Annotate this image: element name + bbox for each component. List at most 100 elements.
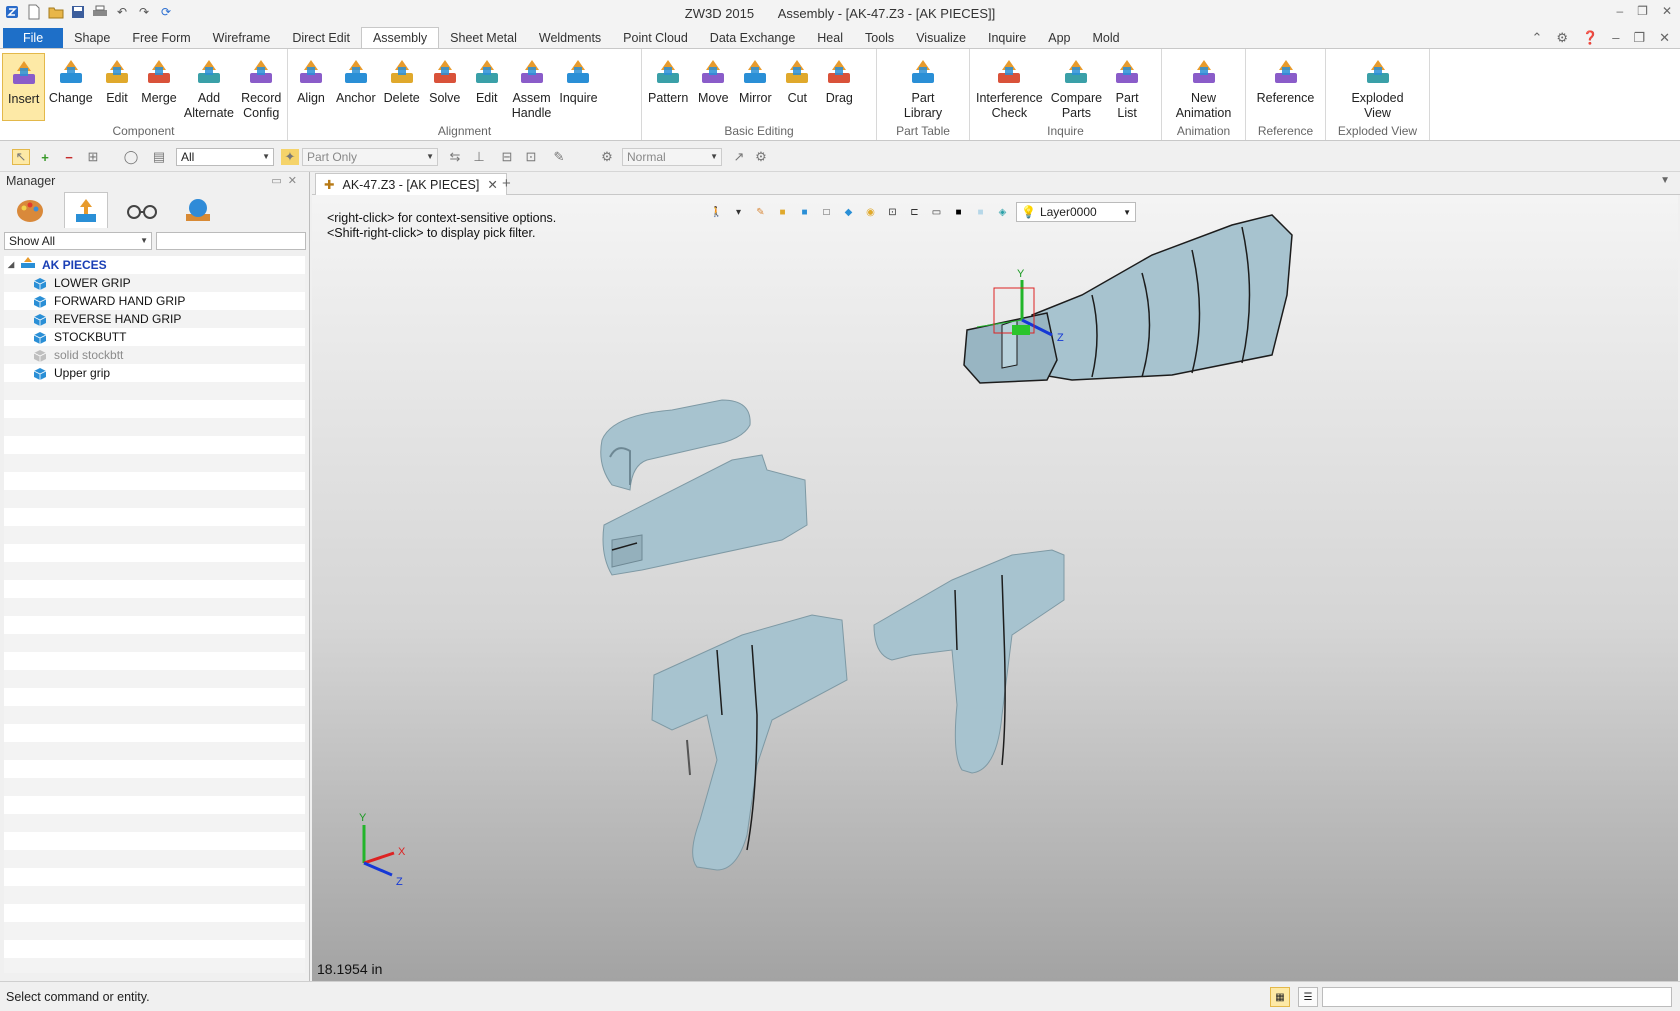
gear-small-icon[interactable]: ⚙ [752, 149, 770, 165]
add-filter-icon[interactable]: + [36, 149, 54, 165]
mirror-button[interactable]: Mirror [734, 53, 776, 106]
doc-close-icon[interactable]: ✕ [1659, 30, 1670, 46]
part-scope-icon[interactable]: ✦ [281, 149, 299, 165]
tab-wireframe[interactable]: Wireframe [202, 28, 282, 49]
save-icon[interactable] [70, 4, 86, 20]
merge-button[interactable]: Merge [138, 53, 181, 121]
assem-handle-button[interactable]: Assem Handle [508, 53, 556, 121]
regen-icon[interactable]: ⟳ [158, 4, 174, 20]
pin-icon[interactable]: ✎ [550, 149, 568, 165]
assembly-tab-icon[interactable] [64, 192, 108, 228]
expand-triangle-icon[interactable]: ◢ [8, 256, 20, 274]
drag-button[interactable]: Drag [818, 53, 860, 106]
pick-arrow-icon[interactable]: ↖ [12, 149, 30, 165]
tab-list-dropdown-icon[interactable]: ▼ [1660, 175, 1670, 186]
record-config-button[interactable]: Record Config [237, 53, 285, 121]
undo-icon[interactable]: ↶ [114, 4, 130, 20]
tab-sheet-metal[interactable]: Sheet Metal [439, 28, 528, 49]
new-file-icon[interactable] [26, 4, 42, 20]
globe-tab-icon[interactable] [176, 192, 220, 228]
align-button[interactable]: Align [290, 53, 332, 121]
tree-item[interactable]: Upper grip [4, 364, 305, 382]
tree-item[interactable]: STOCKBUTT [4, 328, 305, 346]
tab-direct-edit[interactable]: Direct Edit [281, 28, 361, 49]
remove-filter-icon[interactable]: − [60, 149, 78, 165]
redo-icon[interactable]: ↷ [136, 4, 152, 20]
show-filter-dropdown[interactable]: Show All ▼ [4, 232, 152, 250]
cut-button[interactable]: Cut [776, 53, 818, 106]
lasso-select-icon[interactable]: ◯ [122, 149, 140, 165]
doc-minimize-icon[interactable]: ‒ [1612, 30, 1619, 46]
tree-root[interactable]: ◢ AK PIECES [4, 256, 305, 274]
edit-button[interactable]: Edit [96, 53, 137, 121]
new-tab-plus-icon[interactable]: + [502, 175, 511, 192]
stockbutt-part[interactable] [963, 214, 1293, 384]
inquire-button[interactable]: Inquire [555, 53, 601, 121]
insert-button[interactable]: Insert [2, 53, 46, 121]
move-button[interactable]: Move [692, 53, 734, 106]
tab-shape[interactable]: Shape [63, 28, 121, 49]
edit-button[interactable]: Edit [466, 53, 508, 121]
pattern-button[interactable]: Pattern [644, 53, 692, 106]
tab-app[interactable]: App [1037, 28, 1081, 49]
add-alternate-button[interactable]: Add Alternate [180, 53, 237, 121]
tab-inquire[interactable]: Inquire [977, 28, 1037, 49]
solve-button[interactable]: Solve [424, 53, 466, 121]
align-icon[interactable]: ⊟ [498, 149, 516, 165]
tab-visualize[interactable]: Visualize [905, 28, 977, 49]
tab-mold[interactable]: Mold [1081, 28, 1130, 49]
tab-data-exchange[interactable]: Data Exchange [699, 28, 806, 49]
help-icon[interactable]: ❓ [1582, 30, 1598, 46]
document-tab[interactable]: ✚ AK-47.Z3 - [AK PIECES] ✕ [315, 173, 507, 195]
tab-weldments[interactable]: Weldments [528, 28, 612, 49]
mode-dropdown[interactable]: Normal ▼ [622, 148, 722, 166]
3d-viewport[interactable]: 🚶 ▾ ✎ ■ ■ □ ◆ ◉ ⊡ ⊏ ▭ ■ ■ ◈ 💡 Layer0000 … [312, 195, 1678, 981]
part-list-button[interactable]: Part List [1106, 53, 1148, 121]
box-select-icon[interactable]: ⊞ [84, 149, 102, 165]
interference-check-button[interactable]: Interference Check [972, 53, 1047, 121]
panel-controls[interactable]: ▭✕ [271, 172, 303, 191]
reverse-hand-grip-part[interactable] [873, 549, 1065, 774]
doc-restore-icon[interactable]: ❐ [1633, 30, 1645, 46]
open-folder-icon[interactable] [48, 4, 64, 20]
restore-icon[interactable]: ❐ [1637, 4, 1648, 18]
collapse-ribbon-icon[interactable]: ⌃ [1531, 30, 1542, 46]
cursor-option-icon[interactable]: ↗ [730, 149, 748, 165]
tree-item[interactable]: LOWER GRIP [4, 274, 305, 292]
tree-item[interactable]: REVERSE HAND GRIP [4, 310, 305, 328]
close-window-icon[interactable]: ✕ [1662, 4, 1672, 18]
delete-button[interactable]: Delete [380, 53, 424, 121]
command-input[interactable] [1322, 987, 1672, 1007]
view-glasses-icon[interactable] [120, 192, 164, 228]
part-library-button[interactable]: Part Library [900, 53, 946, 121]
change-button[interactable]: Change [45, 53, 96, 121]
settings-gear-icon[interactable]: ⚙ [1556, 30, 1568, 46]
tab-assembly[interactable]: Assembly [360, 27, 440, 49]
align-alt-icon[interactable]: ⊡ [522, 149, 540, 165]
tree-item[interactable]: solid stockbtt [4, 346, 305, 364]
print-icon[interactable] [92, 4, 108, 20]
new-animation-button[interactable]: New Animation [1172, 53, 1236, 121]
tree-item[interactable]: FORWARD HAND GRIP [4, 292, 305, 310]
tab-tools[interactable]: Tools [854, 28, 905, 49]
tab-file[interactable]: File [3, 28, 64, 49]
app-logo-icon[interactable] [4, 4, 20, 20]
pick-filter-dropdown[interactable]: All ▼ [176, 148, 274, 166]
minimize-icon[interactable]: ‒ [1616, 4, 1623, 18]
tab-point-cloud[interactable]: Point Cloud [612, 28, 699, 49]
scope-dropdown[interactable]: Part Only ▼ [302, 148, 438, 166]
lower-grip-part[interactable] [651, 614, 848, 871]
reference-button[interactable]: Reference [1253, 53, 1319, 106]
status-layout-icon[interactable]: ▦ [1270, 987, 1290, 1007]
close-tab-icon[interactable]: ✕ [487, 175, 497, 195]
snap-icon[interactable]: ⇆ [446, 149, 464, 165]
filter-icon[interactable]: ▤ [150, 149, 168, 165]
tab-heal[interactable]: Heal [806, 28, 854, 49]
compare-parts-button[interactable]: Compare Parts [1047, 53, 1106, 121]
tab-free-form[interactable]: Free Form [121, 28, 201, 49]
snap-grid-icon[interactable]: ⊥ [470, 149, 488, 165]
tree-search-input[interactable] [156, 232, 306, 250]
history-tab-palette-icon[interactable] [8, 192, 52, 228]
status-list-icon[interactable]: ☰ [1298, 987, 1318, 1007]
exploded-view-button[interactable]: Exploded View [1347, 53, 1407, 121]
